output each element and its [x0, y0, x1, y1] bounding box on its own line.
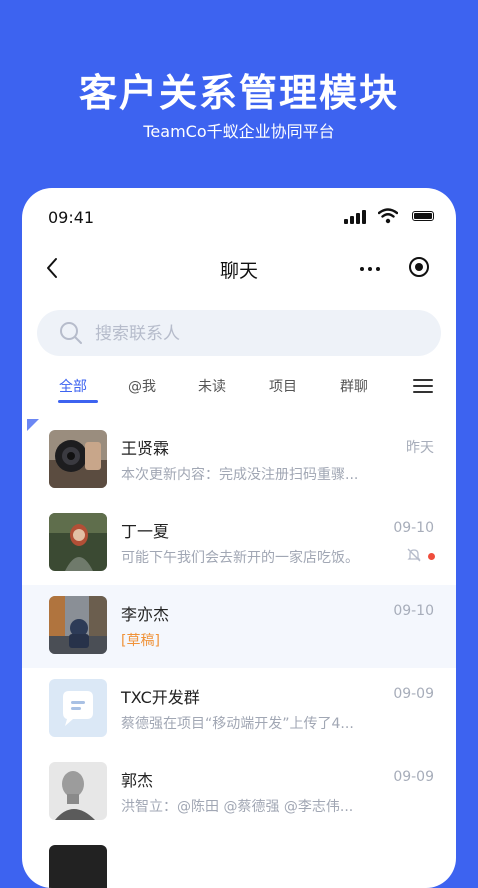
avatar — [49, 430, 107, 488]
mute-bell-icon — [407, 548, 421, 562]
status-bar: 09:41 — [22, 188, 456, 248]
hero-title: 客户关系管理模块 — [78, 71, 399, 115]
chat-time: 09-10 — [393, 603, 434, 619]
tab-groups[interactable]: 群聊 — [340, 376, 368, 396]
chat-time: 09-09 — [393, 769, 434, 785]
chat-time: 09-09 — [393, 686, 434, 702]
page-title: 聊天 — [219, 260, 258, 282]
chat-row[interactable]: 丁一夏 09-10 可能下午我们会去新开的一家店吃饭。 — [22, 502, 456, 585]
navbar: 聊天 — [22, 248, 456, 288]
more-icon[interactable] — [360, 258, 382, 278]
chat-name: 郭杰 — [121, 771, 154, 790]
tab-mentions[interactable]: @我 — [128, 376, 156, 396]
chat-name: 李亦杰 — [121, 605, 170, 624]
tab-all[interactable]: 全部 — [59, 376, 87, 396]
chat-list: 王贤霖 昨天 本次更新内容：完成没注册扫码重骤... 丁一夏 09-10 可能下… — [22, 419, 456, 888]
battery-icon — [412, 211, 434, 221]
chat-preview: 洪智立：@陈田 @蔡德强 @李志伟... — [121, 799, 354, 815]
chat-row[interactable]: 郭杰 09-09 洪智立：@陈田 @蔡德强 @李志伟... — [22, 751, 456, 834]
chat-preview: 本次更新内容：完成没注册扫码重骤... — [121, 467, 359, 483]
avatar — [49, 596, 107, 654]
tab-unread[interactable]: 未读 — [198, 376, 226, 396]
search-icon — [60, 322, 82, 344]
chat-name: 丁一夏 — [121, 522, 170, 541]
signal-icon — [344, 210, 366, 224]
menu-icon[interactable] — [413, 378, 433, 394]
unread-dot — [428, 553, 435, 560]
search-input[interactable] — [93, 310, 417, 358]
chat-preview: 可能下午我们会去新开的一家店吃饭。 — [121, 550, 359, 566]
avatar — [49, 762, 107, 820]
avatar — [49, 513, 107, 571]
chat-row[interactable]: 王贤霖 昨天 本次更新内容：完成没注册扫码重骤... — [22, 419, 456, 502]
status-icons — [334, 208, 434, 224]
tab-projects[interactable]: 项目 — [269, 376, 297, 396]
chat-time: 09-10 — [393, 520, 434, 536]
search-bar[interactable] — [37, 310, 441, 358]
draft-label: [草稿] — [121, 633, 160, 649]
chat-row[interactable] — [22, 834, 456, 888]
chat-row[interactable]: 李亦杰 09-10 [草稿] — [22, 585, 456, 668]
chat-row[interactable]: TXC开发群 09-09 蔡德强在项目“移动端开发”上传了4... — [22, 668, 456, 751]
chat-preview: 蔡德强在项目“移动端开发”上传了4... — [121, 716, 354, 732]
hero-subtitle: TeamCo千蚁企业协同平台 — [143, 122, 335, 141]
chat-time: 昨天 — [406, 440, 434, 456]
group-chat-icon — [49, 679, 107, 737]
chat-name: 王贤霖 — [121, 439, 170, 458]
active-tab-indicator — [58, 400, 98, 403]
wifi-icon — [378, 208, 398, 224]
chat-name: TXC开发群 — [121, 688, 200, 707]
phone-frame: 09:41 聊天 搜索联系人 全部 @我 未读 项目 群聊 王贤霖 昨天 本次更… — [22, 188, 456, 888]
list-corner-marker — [27, 419, 39, 431]
record-icon[interactable] — [409, 257, 429, 277]
filter-tabs: 全部 @我 未读 项目 群聊 — [22, 370, 456, 410]
avatar — [49, 845, 107, 888]
